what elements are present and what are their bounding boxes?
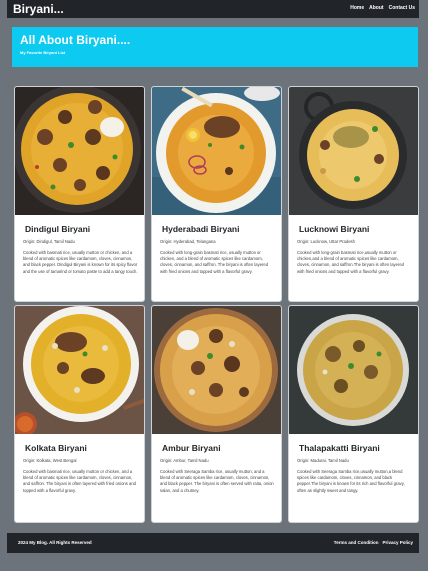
dindigul-biryani-image bbox=[15, 87, 144, 215]
card-title: Lucknowi Biryani bbox=[299, 224, 370, 234]
card-title: Ambur Biryani bbox=[162, 443, 221, 453]
footer-link-privacy[interactable]: Privacy Policy bbox=[382, 540, 413, 546]
footer: 2024 My Blog. All Rights Reserved Terms … bbox=[7, 533, 419, 553]
card-origin: Origin: Madurai, Tamil Nadu bbox=[297, 458, 349, 463]
card-description: Cooked with long-grain basmati rice, usu… bbox=[160, 250, 269, 274]
card-body: Thalapakatti Biryani Origin: Madurai, Ta… bbox=[297, 443, 412, 494]
kolkata-biryani-image bbox=[15, 306, 144, 434]
card-origin: Origin: Hyderabad, Telangana bbox=[160, 239, 216, 244]
nav-link-contact[interactable]: Contact Us bbox=[389, 4, 415, 13]
card-origin: Origin: Kolkata, West Bengal bbox=[23, 458, 77, 463]
hero-title: All About Biryani.... bbox=[20, 33, 131, 47]
biryani-card-ambur: Ambur Biryani Origin: Ambur, Tamil Nadu … bbox=[151, 305, 282, 523]
card-title: Dindigul Biryani bbox=[25, 224, 91, 234]
biryani-card-lucknowi: Lucknowi Biryani Origin: Lucknow, Uttar … bbox=[288, 86, 419, 302]
card-body: Hyderabadi Biryani Origin: Hyderabad, Te… bbox=[160, 224, 275, 275]
card-origin: Origin: Ambur, Tamil Nadu bbox=[160, 458, 209, 463]
biryani-card-kolkata: Kolkata Biryani Origin: Kolkata, West Be… bbox=[14, 305, 145, 523]
navbar: Biryani... Home About Contact Us bbox=[7, 0, 419, 18]
footer-link-terms[interactable]: Terms and Condition bbox=[334, 540, 379, 546]
card-title: Kolkata Biryani bbox=[25, 443, 87, 453]
brand-logo[interactable]: Biryani... bbox=[13, 1, 64, 17]
footer-links: Terms and Condition Privacy Policy bbox=[334, 540, 413, 546]
card-description: Cooked with basmati rice, usually mutton… bbox=[23, 469, 136, 493]
card-body: Kolkata Biryani Origin: Kolkata, West Be… bbox=[23, 443, 138, 494]
hyderabadi-biryani-image bbox=[152, 87, 281, 215]
ambur-biryani-image bbox=[152, 306, 281, 434]
card-body: Lucknowi Biryani Origin: Lucknow, Uttar … bbox=[297, 224, 412, 275]
card-origin: Origin: Lucknow, Uttar Pradesh bbox=[297, 239, 355, 244]
card-description: Cooked with long-grain basmati rice,usua… bbox=[297, 250, 404, 274]
card-body: Ambur Biryani Origin: Ambur, Tamil Nadu … bbox=[160, 443, 275, 494]
card-body: Dindigul Biryani Origin: Dindigul, Tamil… bbox=[23, 224, 138, 275]
card-title: Thalapakatti Biryani bbox=[299, 443, 380, 453]
card-title: Hyderabadi Biryani bbox=[162, 224, 240, 234]
lucknowi-biryani-image bbox=[289, 87, 418, 215]
card-origin: Origin: Dindigul, Tamil Nadu bbox=[23, 239, 75, 244]
thalapakatti-biryani-image bbox=[289, 306, 418, 434]
hero-banner: All About Biryani.... My Favorite Biryan… bbox=[12, 27, 418, 67]
biryani-card-hyderabadi: Hyderabadi Biryani Origin: Hyderabad, Te… bbox=[151, 86, 282, 302]
nav-link-home[interactable]: Home bbox=[350, 4, 364, 13]
card-description: Cooked with Seeraga Samba rice,usually m… bbox=[297, 469, 405, 493]
card-description: Cooked with basmati rice, usually mutton… bbox=[23, 250, 138, 274]
biryani-card-dindigul: Dindigul Biryani Origin: Dindigul, Tamil… bbox=[14, 86, 145, 302]
card-description: Cooked with Seeraga Samba rice, usually … bbox=[160, 469, 274, 493]
hero-subtitle: My Favorite Biryani List bbox=[20, 50, 66, 55]
nav-links: Home About Contact Us bbox=[350, 4, 415, 13]
footer-copyright: 2024 My Blog. All Rights Reserved bbox=[18, 540, 92, 545]
nav-link-about[interactable]: About bbox=[369, 4, 383, 13]
biryani-card-thalapakatti: Thalapakatti Biryani Origin: Madurai, Ta… bbox=[288, 305, 419, 523]
